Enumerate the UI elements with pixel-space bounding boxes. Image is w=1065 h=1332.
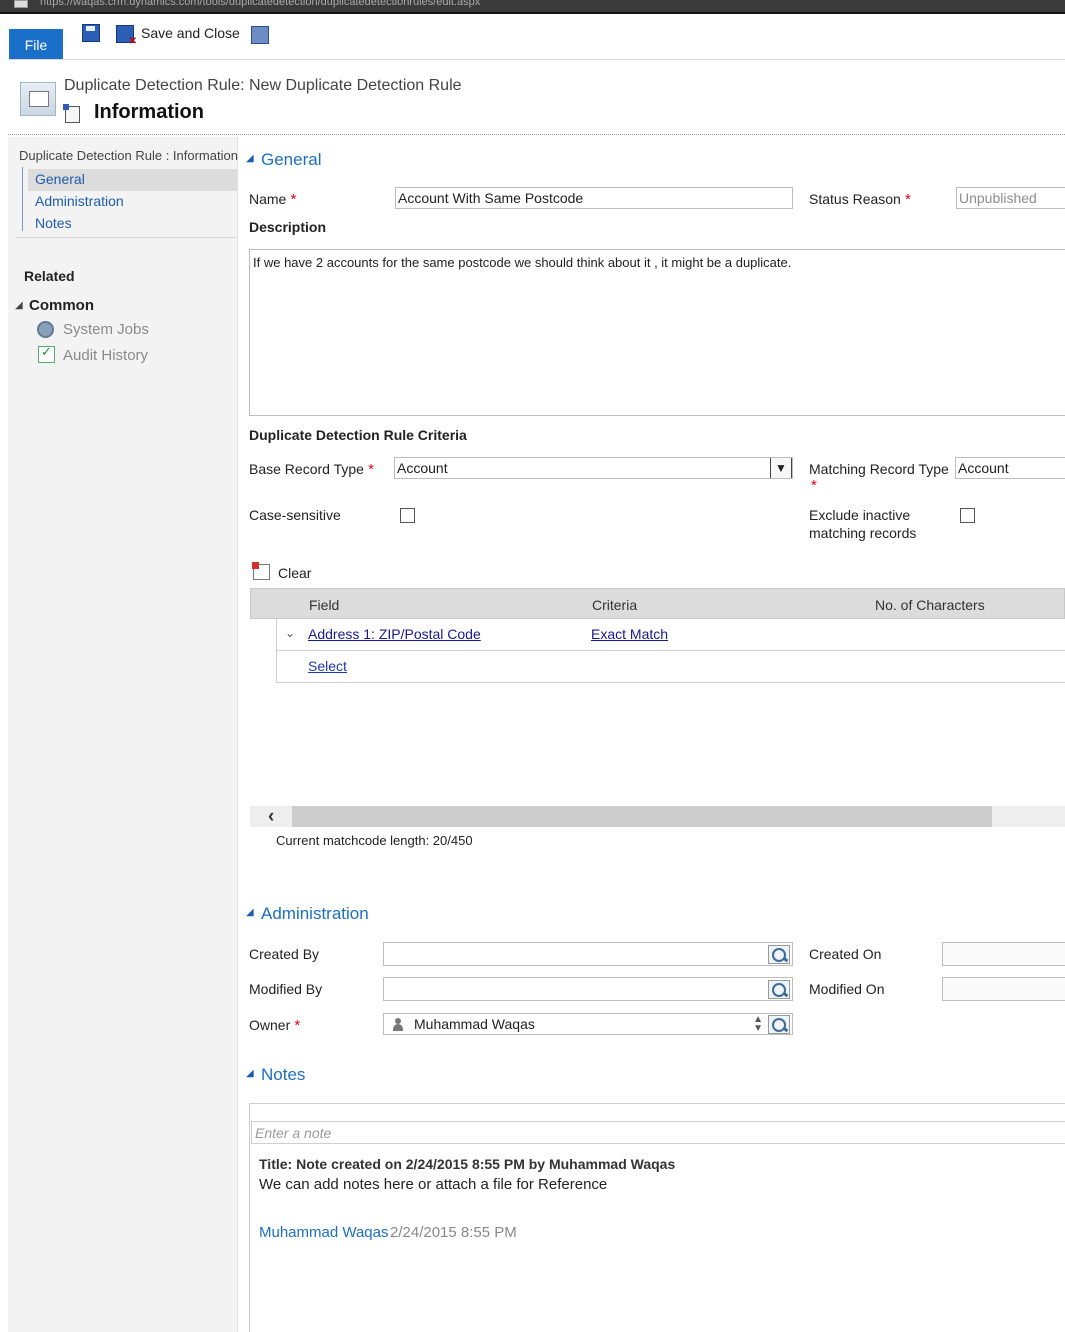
status-reason-field[interactable]: Unpublished [956, 187, 1065, 209]
section-notes-title[interactable]: Notes [261, 1065, 305, 1085]
modified-on-label: Modified On [809, 981, 885, 997]
note-author-link[interactable]: Muhammad Waqas [259, 1224, 389, 1241]
lookup-icon[interactable] [768, 945, 790, 964]
nav-item-general[interactable]: General [35, 171, 85, 187]
scroll-left-icon[interactable]: ‹ [268, 806, 274, 828]
criteria-heading: Duplicate Detection Rule Criteria [249, 427, 467, 443]
file-button[interactable]: File [9, 29, 63, 59]
common-group[interactable]: Common [29, 297, 94, 314]
note-text: We can add notes here or attach a file f… [259, 1176, 608, 1193]
save-and-close-button[interactable]: Save and Close [141, 25, 240, 41]
created-on-field [942, 942, 1065, 966]
base-record-type-value: Account [397, 460, 448, 476]
modified-on-field [942, 977, 1065, 1001]
note-title: Title: Note created on 2/24/2015 8:55 PM… [259, 1156, 676, 1172]
description-field[interactable]: If we have 2 accounts for the same postc… [249, 249, 1065, 416]
clear-icon[interactable] [252, 562, 270, 580]
save-and-new-icon[interactable] [251, 26, 269, 44]
form-body: ◢ General Name * Account With Same Postc… [240, 137, 1065, 1332]
url-text: https://waqas.crm.dynamics.com/tools/dup… [40, 0, 481, 8]
table-row: ⌄ Address 1: ZIP/Postal Code Exact Match [276, 619, 1065, 651]
base-record-type-label: Base Record Type * [249, 461, 374, 478]
user-icon [393, 1018, 403, 1031]
matchcode-length: Current matchcode length: 20/450 [276, 833, 473, 848]
section-administration-title[interactable]: Administration [261, 904, 369, 924]
nav-divider [16, 237, 236, 238]
lookup-icon[interactable] [768, 1015, 790, 1034]
nav-item-system-jobs[interactable]: System Jobs [63, 321, 149, 338]
exclude-inactive-label: Exclude inactive [809, 507, 911, 523]
audit-icon [38, 344, 55, 363]
exclude-inactive-label-2: matching records [809, 525, 917, 541]
column-no-of-characters[interactable]: No. of Characters [875, 597, 985, 613]
owner-label: Owner * [249, 1017, 301, 1034]
case-sensitive-checkbox[interactable] [400, 508, 415, 523]
ribbon-toolbar: File Save and Close [8, 14, 1065, 60]
nav-item-audit-history[interactable]: Audit History [63, 347, 148, 364]
modified-by-field[interactable] [383, 977, 793, 1001]
owner-value: Muhammad Waqas [414, 1016, 535, 1032]
lookup-icon[interactable] [768, 980, 790, 999]
modified-by-label: Modified By [249, 981, 323, 997]
address-bar: https://waqas.crm.dynamics.com/tools/dup… [0, 0, 1065, 14]
name-field[interactable]: Account With Same Postcode [395, 187, 793, 209]
note-input[interactable]: Enter a note [251, 1121, 1065, 1144]
notes-panel: Enter a note Title: Note created on 2/24… [249, 1103, 1065, 1332]
criteria-field-link[interactable]: Address 1: ZIP/Postal Code [308, 626, 481, 642]
collapse-triangle-icon[interactable]: ◢ [15, 300, 23, 311]
created-by-field[interactable] [383, 942, 793, 966]
nav-title: Duplicate Detection Rule : Information [19, 148, 238, 163]
created-by-label: Created By [249, 946, 320, 962]
column-field[interactable]: Field [309, 597, 339, 613]
related-heading: Related [24, 268, 75, 284]
collapse-triangle-icon[interactable]: ◢ [246, 907, 254, 918]
horizontal-scrollbar[interactable]: ‹ [250, 806, 1065, 827]
gear-icon [37, 321, 54, 338]
chevron-down-icon[interactable]: ⌄ [285, 626, 295, 640]
column-criteria[interactable]: Criteria [592, 597, 637, 613]
nav-tree-line [22, 167, 24, 231]
chevron-down-icon[interactable]: ▼ [770, 458, 792, 478]
exclude-inactive-checkbox[interactable] [960, 508, 975, 523]
required-marker: * [811, 477, 817, 494]
matching-record-type-label: Matching Record Type [809, 461, 949, 477]
collapse-triangle-icon[interactable]: ◢ [246, 1068, 254, 1079]
left-navigation: Duplicate Detection Rule : Information G… [8, 137, 238, 1332]
created-on-label: Created On [809, 946, 882, 962]
name-label: Name * [249, 191, 297, 208]
criteria-grid-header: Field Criteria No. of Characters [250, 588, 1065, 619]
spinner-icon[interactable]: ▲ ▼ [753, 1015, 763, 1034]
matching-record-type-select[interactable]: Account [955, 457, 1065, 479]
clear-button[interactable]: Clear [278, 565, 311, 581]
collapse-triangle-icon[interactable]: ◢ [246, 153, 254, 164]
criteria-match-link[interactable]: Exact Match [591, 626, 668, 642]
form-header: Duplicate Detection Rule: New Duplicate … [8, 60, 1065, 135]
select-field-link[interactable]: Select [308, 658, 347, 674]
save-and-close-icon[interactable] [116, 25, 137, 47]
form-selector-icon[interactable] [63, 104, 80, 123]
table-row: Select [276, 651, 1065, 683]
owner-field[interactable]: Muhammad Waqas ▲ ▼ [383, 1013, 793, 1035]
nav-item-administration[interactable]: Administration [35, 193, 124, 209]
base-record-type-select[interactable]: Account ▼ [394, 457, 793, 479]
section-general-title[interactable]: General [261, 150, 321, 170]
page-icon [14, 0, 28, 8]
description-label: Description [249, 219, 327, 235]
record-subtitle: Duplicate Detection Rule: New Duplicate … [64, 77, 462, 94]
form-title[interactable]: Information [94, 101, 204, 124]
status-reason-label: Status Reason * [809, 191, 911, 208]
note-date: 2/24/2015 8:55 PM [390, 1224, 517, 1241]
entity-icon [20, 82, 56, 116]
case-sensitive-label: Case-sensitive [249, 507, 341, 523]
nav-item-notes[interactable]: Notes [35, 215, 72, 231]
scrollbar-thumb[interactable] [292, 806, 992, 827]
save-icon[interactable] [82, 24, 100, 42]
